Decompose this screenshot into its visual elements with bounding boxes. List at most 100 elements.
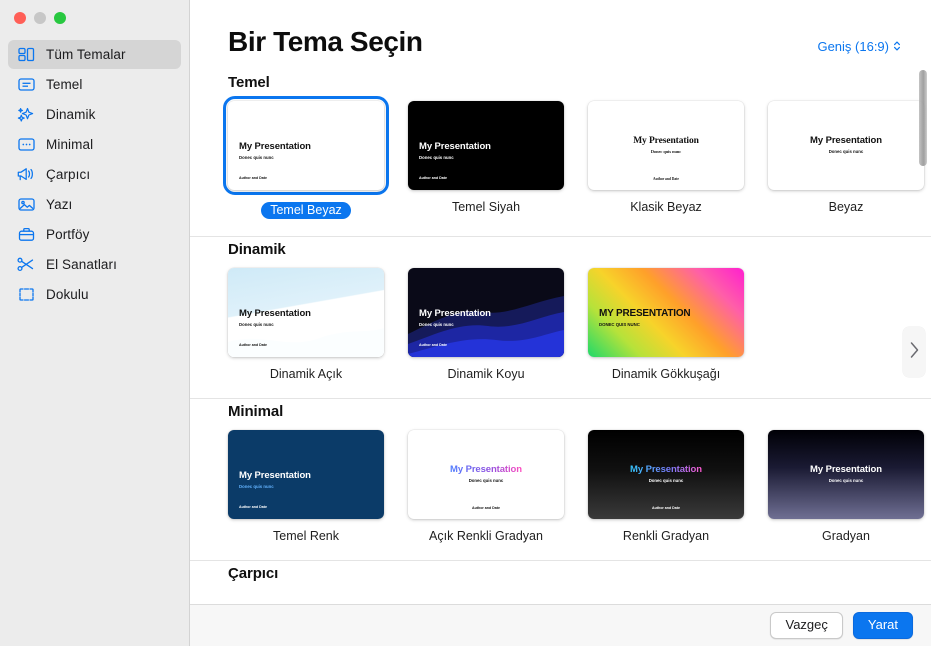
slide-subtitle: Donec quis nunc [239,321,274,327]
section-title: Minimal [228,403,284,420]
slide-title: My Presentation [810,135,882,147]
sidebar-item-portfoy[interactable]: Portföy [8,220,181,249]
minimize-window-button[interactable] [34,12,46,24]
theme-name: Beyaz [828,200,864,214]
theme-name: Temel Renk [273,529,339,543]
slide-title: My Presentation [630,464,702,476]
sidebar-item-label: Minimal [46,137,94,152]
slide-footer: Author and Date [239,342,267,347]
sidebar-item-label: El Sanatları [46,257,117,272]
chevron-up-down-icon [893,40,901,52]
dots-box-icon [16,135,36,155]
slide-subtitle: Donec quis nunc [828,478,864,484]
slide-title: My Presentation [810,464,882,476]
sidebar-item-dinamik[interactable]: Dinamik [8,100,181,129]
sidebar: Tüm Temalar Temel Dinamik Minimal Çarpıc… [0,0,190,646]
megaphone-icon [16,165,36,185]
theme-card-dinamik-koyu[interactable]: My Presentation Donec quis nunc Author a… [408,268,564,381]
theme-card-klasik-beyaz[interactable]: My Presentation Donec quis nunc Author a… [588,101,744,219]
slide-title: My Presentation [239,307,311,319]
sidebar-item-label: Dinamik [46,107,96,122]
theme-scroll-area[interactable]: Temel My Presentation Donec quis nunc Au… [190,58,931,646]
theme-row: My Presentation Donec quis nunc Author a… [223,96,931,219]
slide-subtitle: Donec quis nunc [419,154,454,160]
sidebar-item-label: Temel [46,77,83,92]
theme-row: My Presentation Donec quis nunc Author a… [228,430,931,543]
theme-card-beyaz[interactable]: My Presentation Donec quis nunc Beyaz [768,101,924,219]
choose-theme-window: Tüm Temalar Temel Dinamik Minimal Çarpıc… [0,0,931,646]
sidebar-item-minimal[interactable]: Minimal [8,130,181,159]
photo-icon [16,195,36,215]
sparkles-icon [16,105,36,125]
vertical-scrollbar[interactable] [919,66,927,638]
chevron-right-icon [909,341,920,364]
theme-card-acik-renkli-gradyan[interactable]: My Presentation Donec quis nunc Author a… [408,430,564,543]
theme-name: Dinamik Açık [269,367,343,381]
theme-thumbnail-wrap: My Presentation Donec quis nunc Author a… [408,430,564,519]
theme-thumbnail-wrap: My Presentation Donec quis nunc Author a… [228,430,384,519]
theme-section-temel: Temel My Presentation Donec quis nunc Au… [223,74,931,219]
text-box-icon [16,75,36,95]
grid-squares-icon [16,45,36,65]
main-panel: Bir Tema Seçin Geniş (16:9) Temel My Pre… [190,0,931,646]
theme-name: Renkli Gradyan [622,529,710,543]
theme-thumbnail: My Presentation Donec quis nunc Author a… [228,430,384,519]
slide-subtitle: Donec quis nunc [648,478,684,484]
close-window-button[interactable] [14,12,26,24]
slide-subtitle: Donec quis nunc [239,154,274,160]
sidebar-item-yazi[interactable]: Yazı [8,190,181,219]
theme-card-renkli-gradyan[interactable]: My Presentation Donec quis nunc Author a… [588,430,744,543]
theme-thumbnail-wrap: My Presentation Donec quis nunc Author a… [408,101,564,190]
theme-thumbnail-wrap: My Presentation Donec quis nunc Author a… [588,430,744,519]
slide-title: My Presentation [419,307,491,319]
theme-card-dinamik-acik[interactable]: My Presentation Donec quis nunc Author a… [228,268,384,381]
theme-thumbnail: My Presentation Donec quis nunc Author a… [228,268,384,357]
theme-thumbnail-wrap: My Presentation Donec quis nunc Author a… [228,268,384,357]
sidebar-item-el-sanatlari[interactable]: El Sanatları [8,250,181,279]
page-title: Bir Tema Seçin [228,26,423,57]
maximize-window-button[interactable] [54,12,66,24]
sidebar-item-tum-temalar[interactable]: Tüm Temalar [8,40,181,69]
theme-thumbnail-wrap: My Presentation Donec quis nunc Author a… [408,268,564,357]
slide-title: My Presentation [633,136,699,147]
theme-name: Dinamik Gökkuşağı [611,367,721,381]
slide-subtitle: Donec quis nunc [239,483,274,489]
create-button[interactable]: Yarat [852,611,913,640]
slide-title: My Presentation [419,140,491,152]
theme-thumbnail: My Presentation Donec quis nunc Author a… [588,101,744,190]
slide-title: My Presentation [450,464,522,476]
theme-name: Temel Beyaz [261,202,351,219]
section-title: Çarpıcı [228,565,279,582]
sidebar-item-label: Portföy [46,227,90,242]
sidebar-item-dokulu[interactable]: Dokulu [8,280,181,309]
aspect-ratio-popup-button[interactable]: Geniş (16:9) [817,39,907,54]
theme-card-temel-beyaz[interactable]: My Presentation Donec quis nunc Author a… [223,96,389,219]
scrollbar-thumb[interactable] [919,70,927,166]
slide-subtitle: Donec quis nunc [468,478,504,484]
theme-card-temel-renk[interactable]: My Presentation Donec quis nunc Author a… [228,430,384,543]
theme-section-minimal: Minimal My Presentation Donec quis nunc … [228,403,931,543]
section-title: Temel [228,74,270,91]
dialog-footer: Vazgeç Yarat [190,604,931,646]
slide-footer: Author and Date [239,175,267,180]
theme-name: Klasik Beyaz [630,200,702,214]
theme-thumbnail: MY PRESENTATION DONEC QUIS NUNC [588,268,744,357]
sidebar-item-temel[interactable]: Temel [8,70,181,99]
theme-thumbnail: My Presentation Donec quis nunc [768,101,924,190]
theme-name: Gradyan [822,529,870,543]
slide-footer: Author and Date [652,505,680,510]
theme-thumbnail-wrap: My Presentation Donec quis nunc [768,101,924,190]
briefcase-icon [16,225,36,245]
theme-thumbnail-wrap: My Presentation Donec quis nunc Author a… [223,96,389,195]
theme-section-carpici: Çarpıcı [228,565,931,582]
theme-card-gradyan[interactable]: My Presentation Donec quis nunc Gradyan [768,430,924,543]
theme-card-temel-siyah[interactable]: My Presentation Donec quis nunc Author a… [408,101,564,219]
theme-name: Açık Renkli Gradyan [429,529,543,543]
slide-title: My Presentation [239,469,311,481]
cancel-button[interactable]: Vazgeç [770,611,843,640]
slide-subtitle: Donec quis nunc [650,149,682,155]
sidebar-item-carpici[interactable]: Çarpıcı [8,160,181,189]
theme-section-dinamik: Dinamik My Presentation Donec quis nunc … [228,241,931,381]
theme-card-dinamik-gokkusagi[interactable]: MY PRESENTATION DONEC QUIS NUNC Dinamik … [588,268,744,381]
slide-subtitle: Donec quis nunc [828,149,864,155]
